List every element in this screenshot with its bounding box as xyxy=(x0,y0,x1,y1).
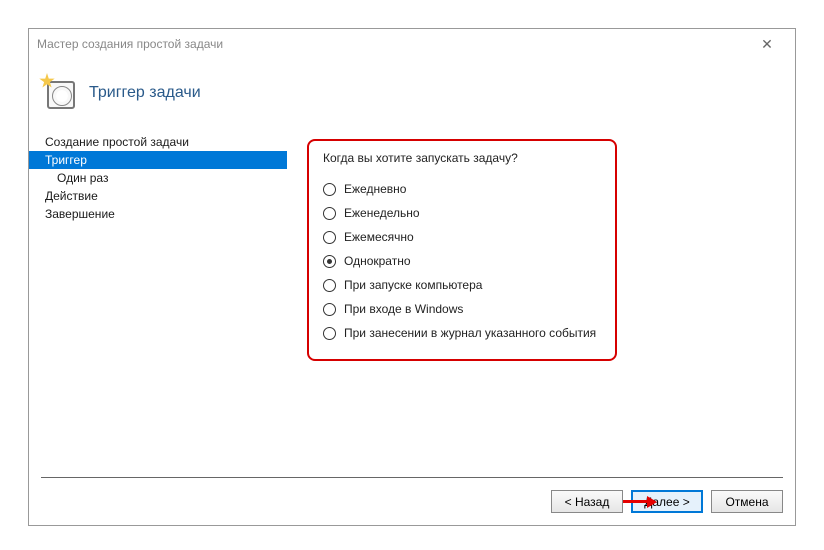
wizard-header: Триггер задачи xyxy=(29,59,795,127)
radio-at-logon[interactable]: При входе в Windows xyxy=(323,297,601,321)
radio-label: При запуске компьютера xyxy=(344,278,482,292)
wizard-body: Создание простой задачи Триггер Один раз… xyxy=(29,127,795,477)
radio-label: Ежедневно xyxy=(344,182,406,196)
radio-icon xyxy=(323,327,336,340)
radio-label: Ежемесячно xyxy=(344,230,414,244)
step-create-basic-task[interactable]: Создание простой задачи xyxy=(29,133,287,151)
wizard-content: Когда вы хотите запускать задачу? Ежедне… xyxy=(287,127,795,477)
wizard-window: Мастер создания простой задачи ✕ Триггер… xyxy=(28,28,796,526)
radio-icon xyxy=(323,303,336,316)
radio-label: При входе в Windows xyxy=(344,302,463,316)
radio-icon xyxy=(323,183,336,196)
radio-at-startup[interactable]: При запуске компьютера xyxy=(323,273,601,297)
radio-label: Однократно xyxy=(344,254,411,268)
radio-icon xyxy=(323,207,336,220)
wizard-footer: < Назад Далее > Отмена xyxy=(41,477,783,525)
radio-icon xyxy=(323,255,336,268)
titlebar: Мастер создания простой задачи ✕ xyxy=(29,29,795,59)
radio-icon xyxy=(323,231,336,244)
step-action[interactable]: Действие xyxy=(29,187,287,205)
radio-label: При занесении в журнал указанного событи… xyxy=(344,326,596,340)
wizard-steps: Создание простой задачи Триггер Один раз… xyxy=(29,127,287,477)
annotation-arrow-icon xyxy=(617,496,657,508)
radio-monthly[interactable]: Ежемесячно xyxy=(323,225,601,249)
annotation-highlight: Когда вы хотите запускать задачу? Ежедне… xyxy=(307,139,617,361)
radio-one-time[interactable]: Однократно xyxy=(323,249,601,273)
page-title: Триггер задачи xyxy=(89,84,201,102)
trigger-question: Когда вы хотите запускать задачу? xyxy=(323,151,601,165)
back-button[interactable]: < Назад xyxy=(551,490,623,513)
radio-icon xyxy=(323,279,336,292)
radio-on-event[interactable]: При занесении в журнал указанного событи… xyxy=(323,321,601,345)
radio-weekly[interactable]: Еженедельно xyxy=(323,201,601,225)
task-scheduler-icon xyxy=(43,77,75,109)
window-title: Мастер создания простой задачи xyxy=(37,37,747,51)
radio-label: Еженедельно xyxy=(344,206,420,220)
step-one-time[interactable]: Один раз xyxy=(29,169,287,187)
close-icon[interactable]: ✕ xyxy=(747,36,787,53)
step-finish[interactable]: Завершение xyxy=(29,205,287,223)
cancel-button[interactable]: Отмена xyxy=(711,490,783,513)
step-trigger[interactable]: Триггер xyxy=(29,151,287,169)
radio-daily[interactable]: Ежедневно xyxy=(323,177,601,201)
